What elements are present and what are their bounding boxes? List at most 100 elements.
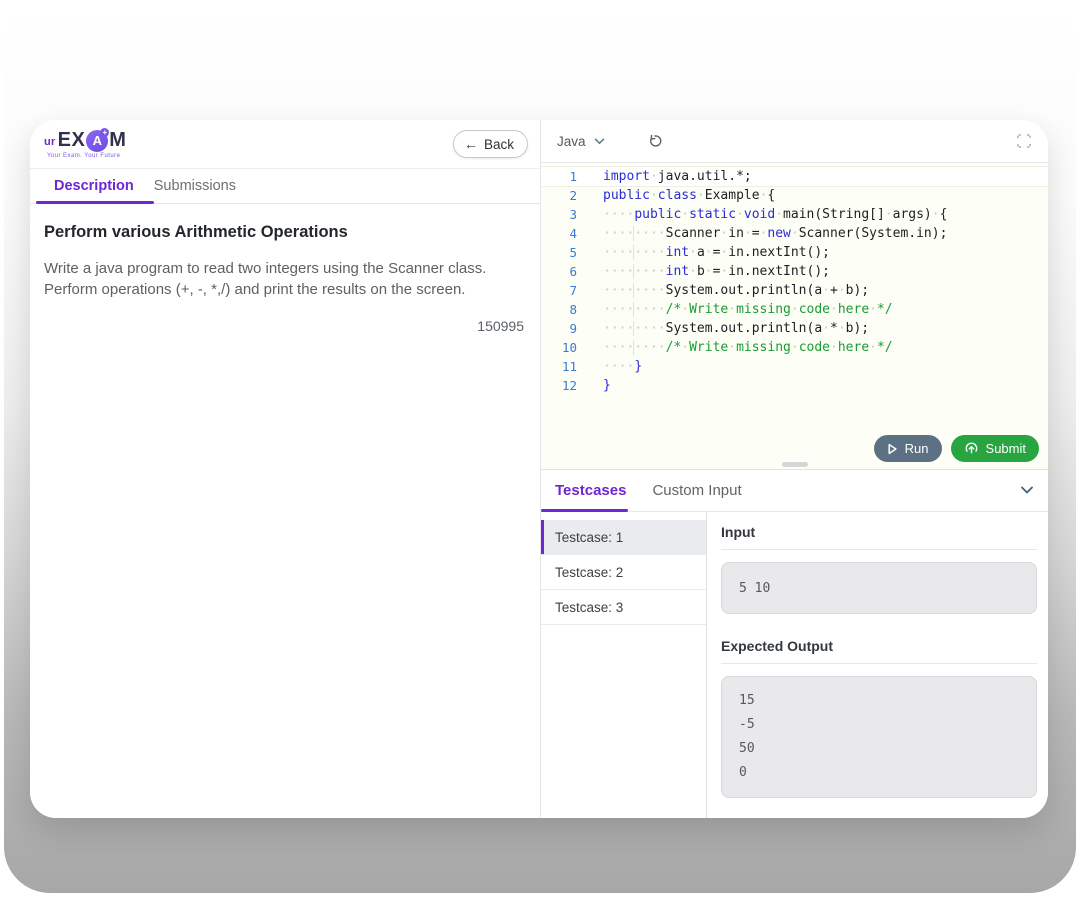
code-text: ········System.out.println(a·+·b); bbox=[603, 281, 869, 300]
reset-icon bbox=[647, 133, 663, 149]
code-line[interactable]: 3····public·static·void·main(String[]·ar… bbox=[541, 205, 1048, 224]
panel-resize-handle[interactable] bbox=[782, 462, 808, 467]
play-icon bbox=[887, 443, 898, 455]
line-number: 3 bbox=[541, 205, 599, 224]
code-line[interactable]: 9········System.out.println(a·*·b); bbox=[541, 319, 1048, 338]
logo-m-text: M bbox=[109, 129, 126, 152]
code-text: } bbox=[603, 376, 611, 395]
exam-app-window: ur EX A + M Your Exam. Your Future ← Bac… bbox=[30, 120, 1048, 818]
reset-code-button[interactable] bbox=[647, 133, 663, 149]
line-number: 5 bbox=[541, 243, 599, 262]
code-line[interactable]: 8········/*·Write·missing·code·here·*/ bbox=[541, 300, 1048, 319]
testcases-tabs: Testcases Custom Input bbox=[541, 470, 1048, 512]
line-number: 6 bbox=[541, 262, 599, 281]
testcases-section: Testcases Custom Input Testcase: 1Testca… bbox=[541, 470, 1048, 818]
expected-output-box: 15-5500 bbox=[721, 676, 1037, 798]
code-text: ········/*·Write·missing·code·here·*/ bbox=[603, 338, 893, 357]
code-line[interactable]: 6········int·b·=·in.nextInt(); bbox=[541, 262, 1048, 281]
code-line[interactable]: 7········System.out.println(a·+·b); bbox=[541, 281, 1048, 300]
line-number: 1 bbox=[541, 167, 599, 186]
code-line[interactable]: 1import·java.util.*; bbox=[541, 167, 1048, 186]
expected-output-line: 0 bbox=[739, 761, 1019, 785]
code-text: ····} bbox=[603, 357, 642, 376]
logo-tagline: Your Exam. Your Future bbox=[44, 153, 126, 159]
upload-circle-icon bbox=[964, 441, 979, 456]
code-text: ········/*·Write·missing·code·here·*/ bbox=[603, 300, 893, 319]
problem-id: 150995 bbox=[44, 318, 526, 334]
tab-testcases[interactable]: Testcases bbox=[555, 470, 626, 511]
tab-custom-input[interactable]: Custom Input bbox=[652, 470, 741, 511]
tab-description[interactable]: Description bbox=[44, 169, 144, 203]
line-number: 8 bbox=[541, 300, 599, 319]
tab-custom-input-label: Custom Input bbox=[652, 482, 741, 499]
problem-tabs: Description Submissions bbox=[30, 169, 540, 204]
code-lines: 1import·java.util.*;2public·class·Exampl… bbox=[541, 167, 1048, 395]
back-button[interactable]: ← Back bbox=[453, 130, 528, 158]
line-number: 12 bbox=[541, 376, 599, 395]
line-number: 4 bbox=[541, 224, 599, 243]
tab-submissions-label: Submissions bbox=[154, 178, 236, 194]
expected-output-label: Expected Output bbox=[721, 638, 1037, 664]
code-line[interactable]: 2public·class·Example·{ bbox=[541, 186, 1048, 205]
logo-wordmark: ur EX A + M bbox=[44, 129, 126, 152]
testcase-list: Testcase: 1Testcase: 2Testcase: 3 bbox=[541, 512, 707, 818]
testcases-body: Testcase: 1Testcase: 2Testcase: 3 Input … bbox=[541, 512, 1048, 818]
testcase-item[interactable]: Testcase: 1 bbox=[541, 520, 706, 555]
code-text: ········System.out.println(a·*·b); bbox=[603, 319, 869, 338]
expected-output-line: -5 bbox=[739, 713, 1019, 737]
logo-plus-badge: + bbox=[100, 128, 109, 137]
logo-ur-text: ur bbox=[44, 136, 56, 148]
line-number: 2 bbox=[541, 186, 599, 205]
line-number: 9 bbox=[541, 319, 599, 338]
editor-actions: Run Submit bbox=[874, 435, 1039, 462]
input-value-box: 5 10 bbox=[721, 562, 1037, 614]
code-text: public·class·Example·{ bbox=[603, 186, 775, 205]
problem-title: Perform various Arithmetic Operations bbox=[44, 223, 526, 242]
chevron-down-icon bbox=[594, 138, 605, 145]
code-line[interactable]: 12} bbox=[541, 376, 1048, 395]
expected-output-line: 50 bbox=[739, 737, 1019, 761]
testcase-item[interactable]: Testcase: 3 bbox=[541, 590, 706, 625]
arrow-left-icon: ← bbox=[464, 137, 478, 151]
submit-button-label: Submit bbox=[986, 441, 1026, 456]
code-text: import·java.util.*; bbox=[603, 167, 752, 186]
line-number: 11 bbox=[541, 357, 599, 376]
language-selector-value: Java bbox=[557, 134, 586, 149]
run-button-label: Run bbox=[905, 441, 929, 456]
code-editor[interactable]: 1import·java.util.*;2public·class·Exampl… bbox=[541, 163, 1048, 470]
problem-description: Write a java program to read two integer… bbox=[44, 259, 518, 300]
run-button[interactable]: Run bbox=[874, 435, 942, 462]
code-text: ········Scanner·in·=·new·Scanner(System.… bbox=[603, 224, 947, 243]
problem-description-section: Perform various Arithmetic Operations Wr… bbox=[30, 204, 540, 334]
language-selector[interactable]: Java bbox=[557, 134, 605, 149]
tab-testcases-label: Testcases bbox=[555, 482, 626, 499]
editor-toolbar: Java bbox=[541, 120, 1048, 163]
collapse-panel-button[interactable] bbox=[1020, 470, 1034, 511]
code-panel: Java 1import·java.util.*;2public·class·E… bbox=[541, 120, 1048, 818]
logo-a-badge: A + bbox=[86, 130, 108, 152]
code-text: ········int·a·=·in.nextInt(); bbox=[603, 243, 830, 262]
fullscreen-icon bbox=[1016, 133, 1032, 149]
left-header: ur EX A + M Your Exam. Your Future ← Bac… bbox=[30, 120, 540, 169]
code-line[interactable]: 11····} bbox=[541, 357, 1048, 376]
expected-output-line: 15 bbox=[739, 689, 1019, 713]
code-line[interactable]: 4········Scanner·in·=·new·Scanner(System… bbox=[541, 224, 1048, 243]
line-number: 10 bbox=[541, 338, 599, 357]
testcase-detail: Input 5 10 Expected Output 15-5500 bbox=[707, 512, 1048, 818]
line-number: 7 bbox=[541, 281, 599, 300]
code-text: ····public·static·void·main(String[]·arg… bbox=[603, 205, 947, 224]
urexam-logo: ur EX A + M Your Exam. Your Future bbox=[44, 129, 126, 159]
code-line[interactable]: 5········int·a·=·in.nextInt(); bbox=[541, 243, 1048, 262]
input-value: 5 10 bbox=[739, 581, 770, 596]
tab-submissions[interactable]: Submissions bbox=[144, 169, 246, 203]
testcase-item[interactable]: Testcase: 2 bbox=[541, 555, 706, 590]
logo-ex-text: EX bbox=[58, 129, 86, 152]
code-line[interactable]: 10········/*·Write·missing·code·here·*/ bbox=[541, 338, 1048, 357]
back-button-label: Back bbox=[484, 137, 514, 152]
code-text: ········int·b·=·in.nextInt(); bbox=[603, 262, 830, 281]
submit-button[interactable]: Submit bbox=[951, 435, 1039, 462]
fullscreen-button[interactable] bbox=[1016, 133, 1032, 149]
input-label: Input bbox=[721, 524, 1037, 550]
tab-description-label: Description bbox=[54, 178, 134, 194]
problem-panel: ur EX A + M Your Exam. Your Future ← Bac… bbox=[30, 120, 541, 818]
